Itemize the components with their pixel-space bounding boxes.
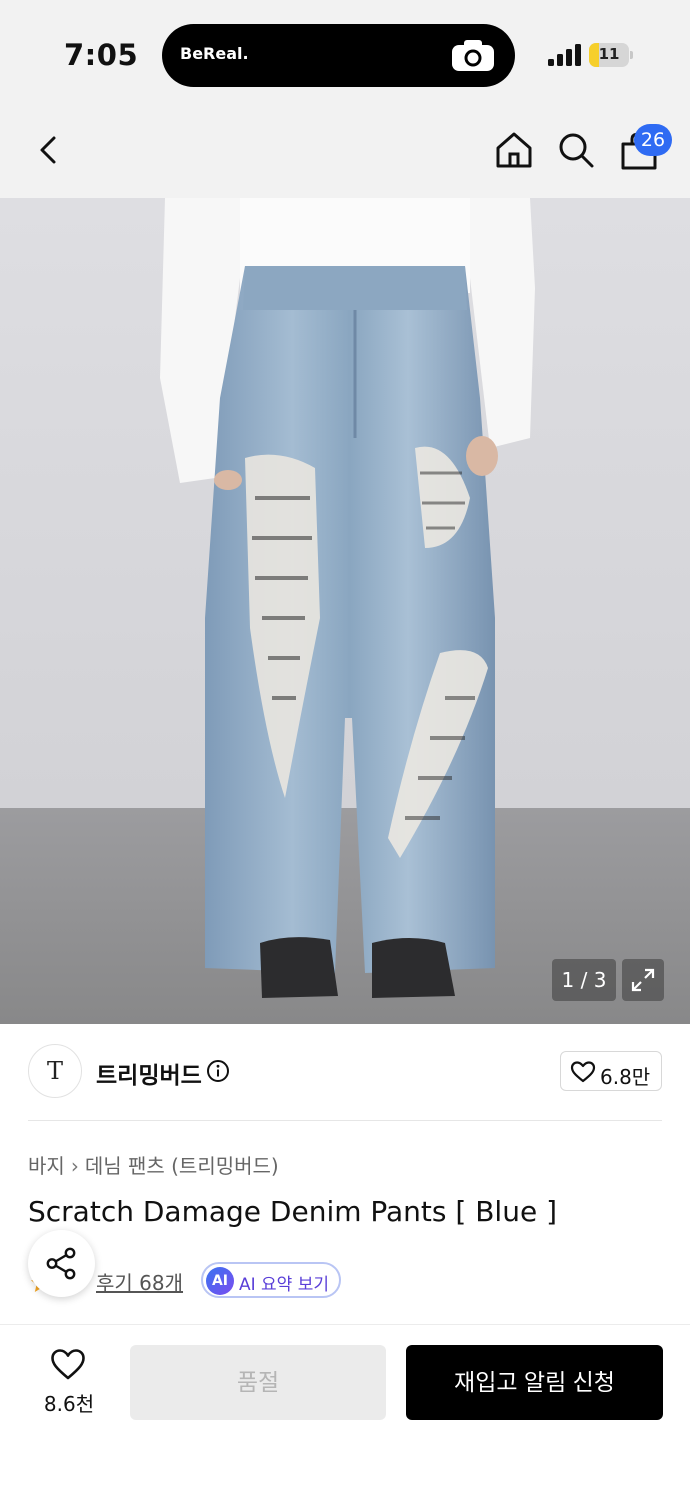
breadcrumb: 바지 › 데님 팬츠 (트리밍버드) [28, 1150, 279, 1179]
dynamic-island-notification[interactable]: BeReal. [162, 24, 515, 87]
heart-icon [570, 1061, 596, 1083]
breadcrumb-separator-icon: › [70, 1154, 79, 1178]
battery-percent: 11 [598, 45, 620, 63]
top-nav-bar [0, 104, 690, 198]
product-photo [0, 198, 690, 1024]
notification-label: BeReal. [180, 44, 249, 63]
expand-image-button[interactable] [622, 959, 664, 1001]
ai-summary-label: AI 요약 보기 [239, 1275, 330, 1295]
home-icon[interactable] [494, 130, 534, 170]
bottom-bar-divider [0, 1324, 690, 1325]
rating-row: 후기 68개 AI AI 요약 보기 [28, 1262, 628, 1302]
wishlist-count: 8.6천 [43, 1392, 95, 1416]
image-page-counter: 1 / 3 [552, 959, 616, 1001]
heart-outline-icon [51, 1349, 85, 1380]
brand-like-count: 6.8만 [600, 1065, 651, 1089]
restock-alert-button[interactable]: 재입고 알림 신청 [406, 1345, 663, 1420]
breadcrumb-item-subcategory[interactable]: 데님 팬츠 (트리밍버드) [85, 1154, 279, 1178]
wishlist-button[interactable]: 8.6천 [28, 1344, 110, 1420]
chevron-left-icon[interactable] [30, 130, 70, 170]
status-bar: 7:05 BeReal. 11 [0, 0, 690, 104]
share-icon [46, 1247, 76, 1280]
brand-name[interactable]: 트리밍버드 [96, 1056, 202, 1090]
brand-row: T 트리밍버드 6.8만 [0, 1024, 690, 1121]
camera-icon [452, 40, 494, 71]
brand-like-button[interactable]: 6.8만 [560, 1051, 662, 1091]
cellular-signal-icon [548, 44, 581, 66]
brand-logo[interactable]: T [28, 1044, 82, 1098]
breadcrumb-item-category[interactable]: 바지 [28, 1154, 65, 1178]
review-count-link[interactable]: 후기 68개 [96, 1267, 183, 1296]
ai-badge-icon: AI [206, 1267, 234, 1295]
divider [28, 1120, 662, 1121]
info-icon[interactable] [206, 1059, 230, 1083]
product-image[interactable] [0, 198, 690, 1024]
ai-summary-button[interactable]: AI AI 요약 보기 [201, 1262, 341, 1298]
share-button[interactable] [28, 1230, 95, 1297]
cart-count-badge: 26 [634, 124, 672, 156]
status-time: 7:05 [64, 38, 139, 72]
expand-icon [631, 968, 655, 992]
product-title: Scratch Damage Denim Pants [ Blue ] [28, 1195, 558, 1228]
sold-out-button: 품절 [130, 1345, 386, 1420]
battery-indicator: 11 [589, 43, 633, 67]
search-icon[interactable] [556, 130, 596, 170]
